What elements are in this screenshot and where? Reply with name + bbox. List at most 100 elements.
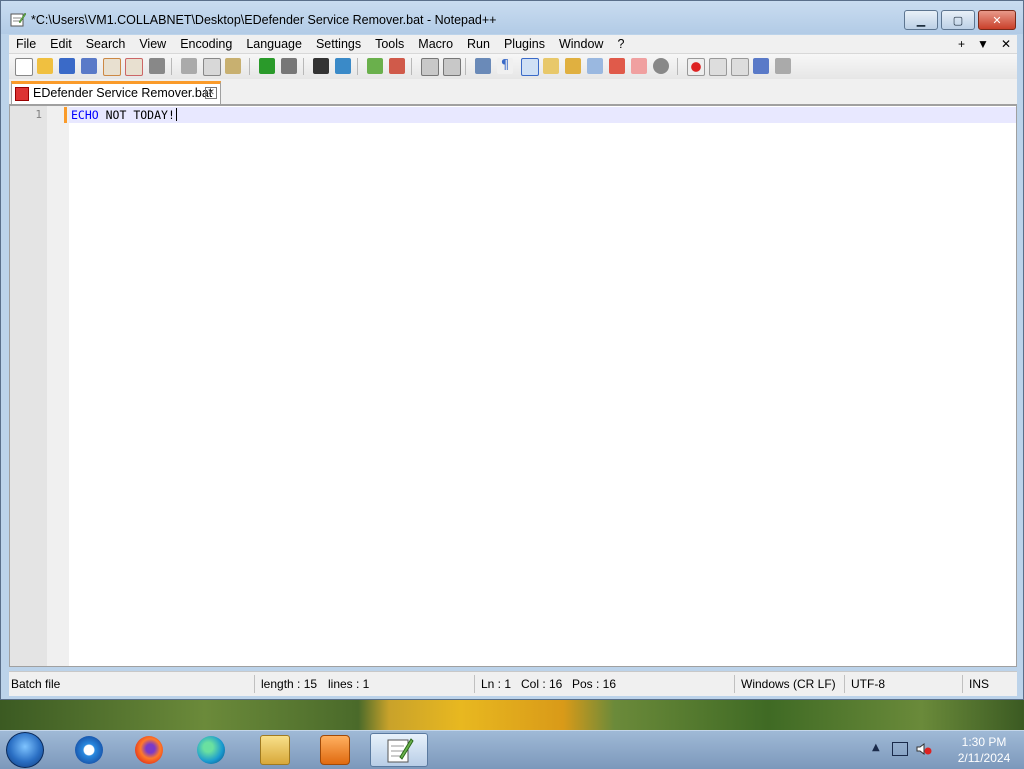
copy-icon[interactable] xyxy=(203,58,221,76)
new-tab-plus-icon[interactable]: + xyxy=(958,37,965,51)
menu-settings[interactable]: Settings xyxy=(309,37,368,51)
monitoring-eye-icon[interactable] xyxy=(653,58,669,74)
menu-encoding[interactable]: Encoding xyxy=(173,37,239,51)
cut-icon[interactable] xyxy=(181,58,197,74)
taskbar-firefox[interactable] xyxy=(124,733,174,767)
replace-icon[interactable] xyxy=(335,58,351,74)
open-file-icon[interactable] xyxy=(37,58,53,74)
toolbar-separator xyxy=(465,58,466,75)
status-insert-mode[interactable]: INS xyxy=(969,677,989,691)
undo-icon[interactable] xyxy=(259,58,275,74)
maximize-button[interactable]: ▢ xyxy=(941,10,975,30)
edge-icon xyxy=(197,736,225,764)
show-all-characters-icon[interactable]: ¶ xyxy=(497,58,513,74)
line-number: 1 xyxy=(35,108,42,121)
internet-explorer-icon xyxy=(75,736,103,764)
document-map-icon[interactable] xyxy=(565,58,581,74)
menu-help[interactable]: ? xyxy=(610,37,631,51)
print-icon[interactable] xyxy=(149,58,165,74)
tab-bar: EDefender Service Remover.bat ✕ xyxy=(9,79,1017,105)
volume-muted-icon[interactable] xyxy=(916,742,932,756)
menu-language[interactable]: Language xyxy=(239,37,309,51)
folder-as-workspace-icon[interactable] xyxy=(631,58,647,74)
menu-file[interactable]: File xyxy=(9,37,43,51)
toolbar-separator xyxy=(303,58,304,75)
sync-horizontal-scroll-icon[interactable] xyxy=(443,58,461,76)
minimize-button[interactable]: ▁ xyxy=(904,10,938,30)
run-macro-multiple-icon[interactable] xyxy=(753,58,769,74)
status-bar: Batch file length : 15 lines : 1 Ln : 1 … xyxy=(9,671,1017,696)
unsaved-file-icon xyxy=(15,87,29,101)
taskbar-edge[interactable] xyxy=(186,733,236,767)
save-macro-icon[interactable] xyxy=(775,58,791,74)
close-document-icon[interactable]: ✕ xyxy=(1001,37,1011,51)
taskbar-internet-explorer[interactable] xyxy=(64,733,114,767)
taskbar: ▲ 1:30 PM 2/11/2024 xyxy=(0,730,1024,769)
taskbar-media-player[interactable] xyxy=(310,733,360,767)
status-col: Col : 16 xyxy=(521,677,563,691)
tab-list-dropdown-icon[interactable]: ▼ xyxy=(977,37,989,51)
keyword-token: ECHO xyxy=(71,108,99,122)
system-tray: ▲ 1:30 PM 2/11/2024 xyxy=(864,731,1024,769)
status-divider xyxy=(474,675,475,693)
function-list-icon[interactable] xyxy=(609,58,625,74)
menu-bar: File Edit Search View Encoding Language … xyxy=(9,35,1017,53)
zoom-out-icon[interactable] xyxy=(389,58,405,74)
status-ln: Ln : 1 xyxy=(481,677,512,691)
line-number-margin: 1 xyxy=(10,106,47,666)
taskbar-file-explorer[interactable] xyxy=(250,733,300,767)
status-encoding[interactable]: UTF-8 xyxy=(851,677,885,691)
clock-date[interactable]: 2/11/2024 xyxy=(946,751,1022,765)
menu-run[interactable]: Run xyxy=(460,37,497,51)
title-bar[interactable]: *C:\Users\VM1.COLLABNET\Desktop\EDefende… xyxy=(1,1,1023,34)
notepad-plus-plus-app-icon xyxy=(10,12,26,27)
close-all-icon[interactable] xyxy=(125,58,143,76)
status-divider xyxy=(962,675,963,693)
taskbar-notepad-plus-plus[interactable] xyxy=(370,733,428,767)
menu-plugins[interactable]: Plugins xyxy=(497,37,552,51)
new-file-icon[interactable] xyxy=(15,58,33,76)
menu-view[interactable]: View xyxy=(132,37,173,51)
status-divider xyxy=(254,675,255,693)
word-wrap-icon[interactable] xyxy=(475,58,491,74)
firefox-icon xyxy=(135,736,163,764)
save-icon[interactable] xyxy=(59,58,75,74)
status-length: length : 15 xyxy=(261,677,318,691)
tab-close-icon[interactable]: ✕ xyxy=(205,87,217,99)
record-macro-icon[interactable] xyxy=(687,58,705,76)
playback-macro-icon[interactable] xyxy=(731,58,749,76)
close-button[interactable]: ✕ xyxy=(978,10,1016,30)
change-history-marker xyxy=(64,107,67,123)
tab-edefender-service-remover[interactable]: EDefender Service Remover.bat ✕ xyxy=(11,81,221,104)
save-all-icon[interactable] xyxy=(81,58,97,74)
tab-label: EDefender Service Remover.bat xyxy=(33,86,213,100)
notepad-plus-plus-window: *C:\Users\VM1.COLLABNET\Desktop\EDefende… xyxy=(0,0,1024,700)
network-icon[interactable] xyxy=(892,742,908,756)
status-divider xyxy=(734,675,735,693)
sync-vertical-scroll-icon[interactable] xyxy=(421,58,439,76)
toolbar-separator xyxy=(171,58,172,75)
status-file-type: Batch file xyxy=(11,677,61,691)
clock-time[interactable]: 1:30 PM xyxy=(954,735,1014,749)
start-orb-icon[interactable] xyxy=(6,732,44,768)
text-editor[interactable]: 1 ECHO NOT TODAY! xyxy=(9,105,1017,667)
paste-icon[interactable] xyxy=(225,58,241,74)
close-file-icon[interactable] xyxy=(103,58,121,76)
redo-icon[interactable] xyxy=(281,58,297,74)
code-line[interactable]: ECHO NOT TODAY! xyxy=(71,108,177,122)
menu-macro[interactable]: Macro xyxy=(411,37,460,51)
menu-window[interactable]: Window xyxy=(552,37,610,51)
status-eol-format[interactable]: Windows (CR LF) xyxy=(741,677,836,691)
show-hidden-icons-icon[interactable]: ▲ xyxy=(872,742,880,753)
user-defined-language-icon[interactable] xyxy=(543,58,559,74)
zoom-in-icon[interactable] xyxy=(367,58,383,74)
text-caret xyxy=(175,108,177,121)
fold-margin[interactable] xyxy=(47,106,69,666)
indent-guide-icon[interactable] xyxy=(521,58,539,76)
stop-recording-icon[interactable] xyxy=(709,58,727,76)
menu-tools[interactable]: Tools xyxy=(368,37,411,51)
find-icon[interactable] xyxy=(313,58,329,74)
menu-search[interactable]: Search xyxy=(79,37,133,51)
menu-edit[interactable]: Edit xyxy=(43,37,79,51)
document-list-icon[interactable] xyxy=(587,58,603,74)
